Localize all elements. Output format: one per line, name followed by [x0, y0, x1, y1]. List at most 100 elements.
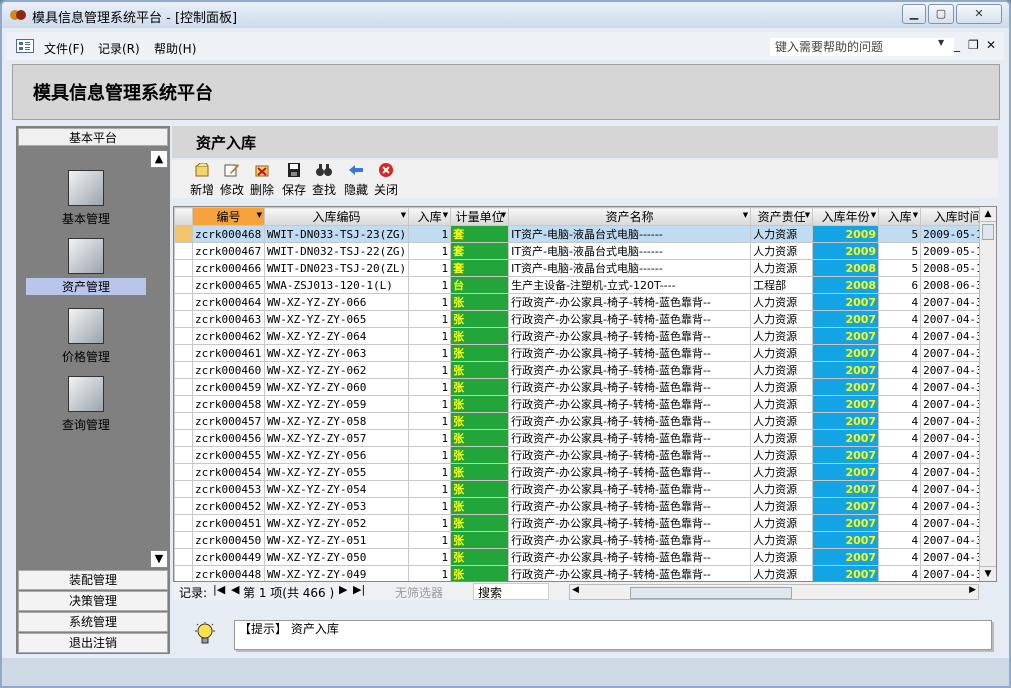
cell-owner[interactable]: 人力资源 — [750, 514, 814, 532]
table-row[interactable]: zcrk000451 WW-XZ-YZ-ZY-052 1 张行政资产-办公家具-椅子-… — [174, 514, 996, 532]
table-row[interactable]: zcrk000467 WWIT-DN032-TSJ-22(ZG) 1 套 IT资产-电脑… — [174, 242, 996, 260]
cell-month[interactable]: 4 — [878, 531, 922, 549]
scroll-right-icon[interactable]: ▶ — [969, 585, 976, 595]
cell-qty[interactable]: 1 — [408, 514, 452, 532]
col-header-year[interactable]: 入库年份 ▼ — [812, 207, 880, 226]
cell-name[interactable]: 行政资产-办公家具-椅子-转椅-蓝色靠背-- — [508, 310, 752, 328]
cell-id[interactable]: zcrk000465 — [192, 276, 265, 294]
save-button[interactable]: 保存 — [280, 163, 308, 198]
cell-qty[interactable]: 1 — [408, 463, 452, 481]
cell-owner[interactable]: 人力资源 — [750, 344, 814, 362]
cell-code[interactable]: WW-XZ-YZ-ZY-060 — [263, 378, 410, 396]
cell-unit[interactable]: 张 — [450, 310, 510, 328]
cell-unit[interactable]: 台 — [450, 276, 510, 294]
cell-code[interactable]: WWA-ZSJ013-120-1(L) — [263, 276, 410, 294]
scroll-up-icon[interactable]: ▲ — [150, 150, 168, 168]
cell-month[interactable]: 5 — [878, 259, 922, 277]
cell-year[interactable]: 2007 — [812, 327, 880, 345]
form-icon[interactable] — [16, 39, 34, 53]
first-record-icon[interactable]: |◀ — [213, 583, 225, 596]
sidebar-item-query[interactable]: 查询管理 — [26, 376, 146, 433]
cell-month[interactable]: 4 — [878, 344, 922, 362]
cell-year[interactable]: 2007 — [812, 429, 880, 447]
cell-year[interactable]: 2007 — [812, 310, 880, 328]
cell-qty[interactable]: 1 — [408, 310, 452, 328]
cell-name[interactable]: 行政资产-办公家具-椅子-转椅-蓝色靠背-- — [508, 565, 752, 581]
cell-owner[interactable]: 人力资源 — [750, 378, 814, 396]
cell-id[interactable]: zcrk000455 — [192, 446, 265, 464]
mdi-close-icon[interactable]: ✕ — [986, 38, 996, 52]
cell-month[interactable]: 4 — [878, 480, 922, 498]
menu-record[interactable]: 记录(R) — [98, 40, 140, 57]
cell-owner[interactable]: 人力资源 — [750, 531, 814, 549]
cell-owner[interactable]: 人力资源 — [750, 361, 814, 379]
cell-qty[interactable]: 1 — [408, 565, 452, 581]
cell-name[interactable]: 行政资产-办公家具-椅子-转椅-蓝色靠背-- — [508, 327, 752, 345]
table-row[interactable]: zcrk000452 WW-XZ-YZ-ZY-053 1 张行政资产-办公家具-椅子-… — [174, 497, 996, 515]
cell-id[interactable]: zcrk000468 — [192, 225, 265, 243]
data-grid[interactable]: 编号 ▼ 入库编码 ▼ 入库 ▼ 计量单位 ▼ 资产名称 ▼ 资产责任 ▼ 入库年份 ▼ 入库… — [173, 206, 997, 582]
col-header-id[interactable]: 编号 ▼ — [192, 207, 265, 226]
cell-unit[interactable]: 套 — [450, 225, 510, 243]
cell-month[interactable]: 5 — [878, 225, 922, 243]
horizontal-scrollbar[interactable]: ◀ ▶ — [569, 584, 979, 600]
cell-unit[interactable]: 张 — [450, 446, 510, 464]
cell-name[interactable]: 行政资产-办公家具-椅子-转椅-蓝色靠背-- — [508, 463, 752, 481]
last-record-icon[interactable]: ▶| — [353, 583, 365, 596]
cell-name[interactable]: 行政资产-办公家具-椅子-转椅-蓝色靠背-- — [508, 395, 752, 413]
row-selector[interactable] — [174, 412, 193, 430]
cell-month[interactable]: 4 — [878, 378, 922, 396]
scroll-down-icon[interactable]: ▼ — [980, 566, 996, 581]
cell-id[interactable]: zcrk000463 — [192, 310, 265, 328]
sidebar-tab-logout[interactable]: 退出注销 — [18, 633, 168, 653]
edit-button[interactable]: 修改 — [218, 163, 246, 198]
cell-year[interactable]: 2007 — [812, 548, 880, 566]
row-selector[interactable] — [174, 378, 193, 396]
cell-unit[interactable]: 张 — [450, 531, 510, 549]
cell-unit[interactable]: 张 — [450, 429, 510, 447]
cell-code[interactable]: WW-XZ-YZ-ZY-063 — [263, 344, 410, 362]
cell-owner[interactable]: 人力资源 — [750, 565, 814, 581]
cell-year[interactable]: 2007 — [812, 395, 880, 413]
cell-id[interactable]: zcrk000461 — [192, 344, 265, 362]
cell-month[interactable]: 4 — [878, 514, 922, 532]
row-selector[interactable] — [174, 446, 193, 464]
cell-code[interactable]: WW-XZ-YZ-ZY-049 — [263, 565, 410, 581]
table-row[interactable]: zcrk000463 WW-XZ-YZ-ZY-065 1 张行政资产-办公家具-椅子-… — [174, 310, 996, 328]
row-selector[interactable] — [174, 463, 193, 481]
cell-month[interactable]: 4 — [878, 327, 922, 345]
scroll-thumb[interactable] — [630, 587, 792, 599]
cell-qty[interactable]: 1 — [408, 276, 452, 294]
cell-owner[interactable]: 人力资源 — [750, 293, 814, 311]
cell-year[interactable]: 2008 — [812, 259, 880, 277]
cell-qty[interactable]: 1 — [408, 548, 452, 566]
cell-month[interactable]: 4 — [878, 565, 922, 581]
cell-name[interactable]: 行政资产-办公家具-椅子-转椅-蓝色靠背-- — [508, 531, 752, 549]
row-selector[interactable] — [174, 497, 193, 515]
col-header-name[interactable]: 资产名称 ▼ — [508, 207, 752, 226]
cell-name[interactable]: 行政资产-办公家具-椅子-转椅-蓝色靠背-- — [508, 293, 752, 311]
cell-qty[interactable]: 1 — [408, 259, 452, 277]
cell-name[interactable]: 行政资产-办公家具-椅子-转椅-蓝色靠背-- — [508, 497, 752, 515]
cell-code[interactable]: WW-XZ-YZ-ZY-056 — [263, 446, 410, 464]
prev-record-icon[interactable]: ◀ — [231, 583, 239, 596]
cell-code[interactable]: WW-XZ-YZ-ZY-057 — [263, 429, 410, 447]
cell-unit[interactable]: 张 — [450, 548, 510, 566]
row-selector[interactable] — [174, 395, 193, 413]
cell-month[interactable]: 5 — [878, 242, 922, 260]
row-selector[interactable] — [174, 276, 193, 294]
cell-owner[interactable]: 人力资源 — [750, 429, 814, 447]
cell-owner[interactable]: 人力资源 — [750, 446, 814, 464]
cell-id[interactable]: zcrk000466 — [192, 259, 265, 277]
cell-qty[interactable]: 1 — [408, 327, 452, 345]
scroll-up-icon[interactable]: ▲ — [980, 207, 996, 222]
cell-code[interactable]: WWIT-DN032-TSJ-22(ZG) — [263, 242, 410, 260]
cell-id[interactable]: zcrk000449 — [192, 548, 265, 566]
col-header-month[interactable]: 入库 ▼ — [878, 207, 922, 226]
cell-code[interactable]: WW-XZ-YZ-ZY-051 — [263, 531, 410, 549]
table-row[interactable]: zcrk000468 WWIT-DN033-TSJ-23(ZG) 1 套 IT资产-电脑… — [174, 225, 996, 243]
cell-name[interactable]: 行政资产-办公家具-椅子-转椅-蓝色靠背-- — [508, 378, 752, 396]
cell-month[interactable]: 4 — [878, 446, 922, 464]
cell-id[interactable]: zcrk000459 — [192, 378, 265, 396]
row-selector[interactable] — [174, 531, 193, 549]
